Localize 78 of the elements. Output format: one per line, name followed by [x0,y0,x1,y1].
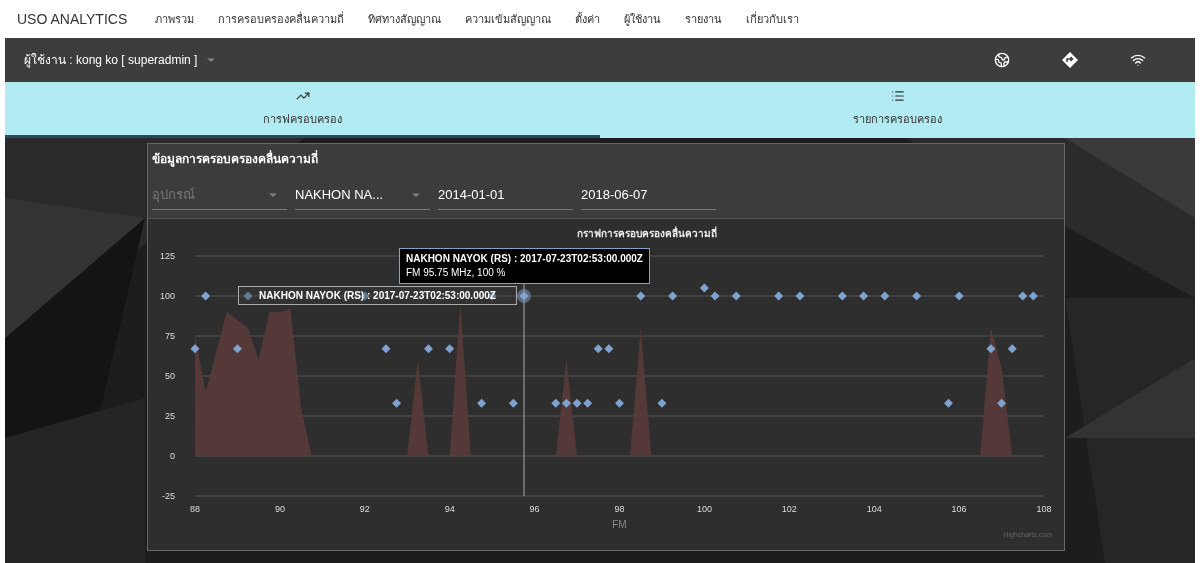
nav-link[interactable]: รายงาน [685,10,723,28]
data-point [424,344,433,354]
data-point [710,291,720,301]
x-tick-label: 100 [696,504,712,514]
data-point [795,291,805,301]
data-point [572,398,582,408]
data-point [232,344,242,354]
globe-icon[interactable] [994,52,1010,68]
x-tick-label: 98 [614,504,625,514]
user-menu[interactable]: ผู้ใช้งาน : kong ko [ superadmin ] [24,51,218,69]
nav-link[interactable]: เกี่ยวกับเรา [746,10,800,28]
nav-link[interactable]: ตั้งค่า [575,10,601,28]
data-point [859,291,869,301]
data-point [561,398,571,408]
data-point [243,291,253,301]
tab[interactable]: รายการครอบครอง [600,82,1195,138]
date-field[interactable]: 2014-01-01 [438,180,573,210]
brand-logo[interactable]: USO ANALYTICS [17,8,128,30]
data-point [190,344,200,354]
data-point [986,344,996,354]
x-axis-title: FM [612,519,627,530]
nav-link[interactable]: ทิศทางสัญญาณ [368,10,442,28]
y-tick-label: -25 [162,491,175,501]
data-point [997,398,1007,408]
y-tick-label: 50 [165,371,175,381]
data-point [668,291,678,301]
data-point [508,398,518,408]
x-tick-label: 96 [529,504,540,514]
data-point [837,291,847,301]
data-point [487,291,497,301]
x-tick-label: 106 [951,504,967,514]
x-tick-label: 88 [190,504,200,514]
nav-link[interactable]: ผู้ใช้งาน [624,10,662,28]
data-point [477,398,487,408]
x-tick-label: 92 [359,504,370,514]
data-point [912,291,922,301]
data-point [1018,291,1028,301]
data-point [615,398,624,408]
data-point [699,283,709,293]
y-tick-label: 25 [165,411,175,421]
nav-link[interactable]: ความเข้มสัญญาณ [465,10,552,28]
x-tick-label: 108 [1036,504,1052,514]
tooltip: NAKHON NAYOK (RS) : 2017-07-23T02:53:00.000Z FM 95.75 MHz, 100 % [399,248,650,284]
chart-title: กราฟการครอบครองคลื่นความถี่ [577,228,717,239]
data-point [1007,344,1017,354]
data-label: NAKHON NAYOK (RS) : 2017-07-23T02:53:00.000Z [238,286,517,305]
data-point [1028,291,1038,301]
list-icon [890,89,905,104]
data-point [392,398,402,408]
x-tick-label: 104 [866,504,882,514]
data-point [731,291,741,301]
data-point [445,344,455,354]
data-point [201,291,211,301]
data-point [604,344,614,354]
wifi-icon[interactable] [1130,52,1146,68]
x-tick-label: 102 [781,504,797,514]
nav-link[interactable]: ภาพรวม [155,10,195,28]
x-tick-label: 94 [444,504,455,514]
direction-sign-icon[interactable] [1062,52,1078,68]
nav-link[interactable]: การครอบครองคลื่นความถี่ [218,10,345,28]
data-point [880,291,890,301]
y-tick-label: 75 [165,331,175,341]
y-tick-label: 125 [159,251,175,261]
data-point [774,291,784,301]
data-point [583,398,593,408]
data-point [657,398,667,408]
panel-title: ข้อมูลการครอบครองคลื่นความถี่ [152,150,319,168]
data-point [381,344,391,354]
dropdown[interactable]: NAKHON NA... [295,180,430,210]
y-tick-label: 100 [159,291,175,301]
data-point [593,344,603,354]
y-tick-label: 0 [170,451,175,461]
x-tick-label: 90 [274,504,285,514]
date-field[interactable]: 2018-06-07 [581,180,716,210]
data-point [636,291,646,301]
data-point [954,291,964,301]
data-point [551,398,561,408]
data-point [944,398,953,408]
